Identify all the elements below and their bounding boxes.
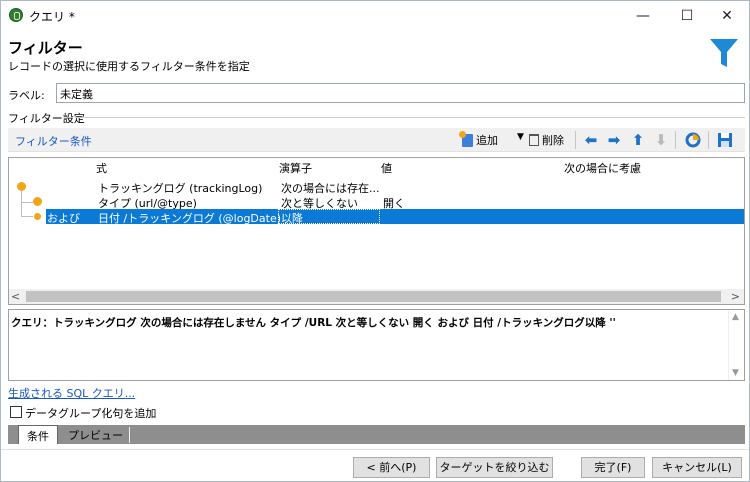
horizontal-scrollbar[interactable]: < > [9,289,744,304]
scroll-down-icon[interactable]: ▼ [732,368,739,378]
narrow-target-button[interactable]: ターゲットを絞り込む > [436,457,553,482]
tree-connector [21,216,33,217]
filter-settings-group-label: フィルター設定 [8,112,85,125]
toolbar-separator [675,131,676,149]
back-button[interactable]: < 前へ(P) [353,457,430,478]
bottom-tab-bar: 条件 プレビュー [8,425,745,444]
group-divider [75,117,745,118]
arrow-down-icon[interactable]: ⬇ [652,131,670,149]
scroll-up-icon[interactable]: ▲ [732,312,739,322]
query-description-box: クエリ：トラッキングログ 次の場合には存在しません タイプ /URL 次と等しく… [8,309,745,381]
add-button[interactable]: 追加 [459,130,498,148]
tree-connector [21,202,33,203]
row-expression[interactable]: 日付 /トラッキングログ (@logDate) [98,210,281,226]
maximize-button[interactable]: ☐ [665,1,709,31]
page-subtitle: レコードの選択に使用するフィルター条件を指定 [8,60,250,73]
add-group-by-label: データグループ化句を追加 [25,407,157,420]
toolbar-separator [708,131,709,149]
row-operator[interactable]: 次の場合には存在... [281,180,380,196]
condition-tree-grid[interactable]: 式 演算子 値 次の場合に考慮 トラッキングログ (trackingLog) 次… [8,157,745,305]
column-header-expression[interactable]: 式 [96,160,107,176]
finish-button[interactable]: 完了(F) [581,457,645,478]
filter-icon [710,39,738,67]
label-input[interactable]: 未定義 [56,83,745,103]
delete-button[interactable]: 削除 [529,132,564,148]
row-expression[interactable]: トラッキングログ (trackingLog) [98,180,262,196]
scrollbar-thumb[interactable] [26,291,721,302]
add-icon [459,130,473,147]
query-description: クエリ：トラッキングログ 次の場合には存在しません タイプ /URL 次と等しく… [11,317,616,329]
page-title: フィルター [8,39,83,57]
filter-conditions-label: フィルター条件 [15,135,92,148]
chevron-down-icon[interactable]: ▼ [517,132,524,142]
toolbar-separator [575,131,576,149]
column-header-operator[interactable]: 演算子 [279,160,312,176]
column-header-consider-if[interactable]: 次の場合に考慮 [564,160,641,176]
footer-divider [1,449,749,450]
vertical-scrollbar[interactable]: ▲ ▼ [728,310,744,380]
save-icon[interactable] [716,131,734,149]
arrow-right-icon[interactable]: ➡ [605,131,623,149]
scroll-left-icon[interactable]: < [11,289,20,304]
title-bar: クエリ * — ☐ ✕ [1,1,749,31]
generated-sql-link[interactable]: 生成される SQL クエリ... [8,385,135,401]
add-group-by-checkbox[interactable] [10,406,22,418]
condition-node-icon [33,212,42,221]
close-button[interactable]: ✕ [705,1,749,31]
distribution-icon[interactable] [684,131,702,149]
app-icon [9,8,23,22]
tab-preview[interactable]: プレビュー [62,427,130,443]
filter-conditions-toolbar: フィルター条件 追加 ▼ 削除 ⬅ ➡ ⬆ ⬇ [8,128,745,152]
add-button-label: 追加 [476,134,498,147]
focused-cell-outline [278,209,380,224]
arrow-up-icon[interactable]: ⬆ [629,131,647,149]
tab-conditions[interactable]: 条件 [18,425,58,444]
label-field-label: ラベル: [8,89,45,102]
trash-icon [529,134,539,146]
query-window: クエリ * — ☐ ✕ フィルター レコードの選択に使用するフィルター条件を指定… [0,0,750,482]
row-prefix[interactable]: および [47,210,80,226]
column-header-value[interactable]: 値 [381,160,392,176]
condition-node-icon [17,182,26,191]
scroll-right-icon[interactable]: > [731,289,740,304]
cancel-button[interactable]: キャンセル(L) [652,457,742,478]
condition-node-icon [33,197,42,206]
minimize-button[interactable]: — [621,1,665,31]
delete-button-label: 削除 [542,134,564,147]
window-title: クエリ * [29,10,75,24]
arrow-left-icon[interactable]: ⬅ [582,131,600,149]
